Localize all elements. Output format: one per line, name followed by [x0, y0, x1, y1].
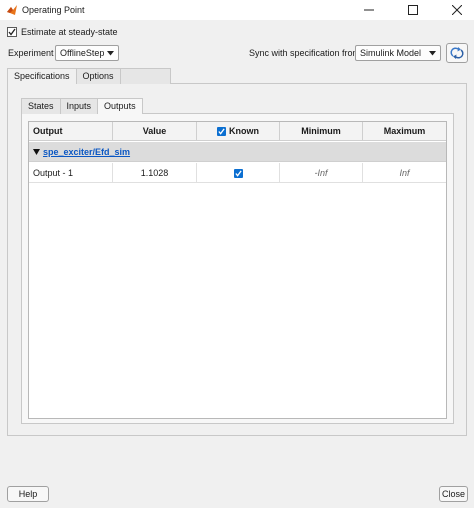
tab-options[interactable]: Options: [76, 68, 121, 84]
column-header-minimum[interactable]: Minimum: [280, 122, 363, 141]
sync-label: Sync with specification from: [249, 48, 361, 58]
close-window-button[interactable]: [442, 0, 472, 20]
minimize-icon: [364, 9, 374, 11]
inner-tab-strip: States Inputs Outputs: [21, 98, 143, 114]
maximize-button[interactable]: [398, 0, 428, 20]
group-link[interactable]: spe_exciter/Efd_sim: [43, 147, 130, 157]
checkmark-icon: [8, 28, 16, 36]
cell-minimum[interactable]: -Inf: [280, 163, 363, 183]
minimize-button[interactable]: [354, 0, 384, 20]
known-checkbox[interactable]: [233, 168, 243, 178]
close-icon: [452, 5, 462, 15]
known-header-label: Known: [229, 126, 259, 136]
matlab-logo-icon: [7, 5, 17, 15]
estimate-checkbox[interactable]: [7, 27, 17, 37]
table-header: Output Value Known Minimum Maximum: [29, 122, 446, 141]
table-row: Output - 1 1.1028 -Inf Inf: [29, 163, 446, 183]
close-button[interactable]: Close: [439, 486, 468, 502]
sync-source-dropdown[interactable]: Simulink Model: [355, 45, 441, 61]
tab-specifications[interactable]: Specifications: [7, 68, 77, 84]
sync-source-value: Simulink Model: [360, 48, 422, 58]
outputs-table: Output Value Known Minimum Maximum spe_e…: [28, 121, 447, 419]
window-title: Operating Point: [22, 5, 85, 15]
experiment-sync-row: Experiment OfflineStep Sync with specifi…: [8, 43, 468, 63]
maximize-icon: [408, 5, 418, 15]
estimate-steady-state-option[interactable]: Estimate at steady-state: [7, 27, 118, 37]
experiment-value: OfflineStep: [60, 48, 105, 58]
chevron-down-icon: [107, 51, 114, 56]
column-header-known[interactable]: Known: [197, 122, 280, 141]
cell-output: Output - 1: [29, 163, 113, 183]
chevron-down-icon: [429, 51, 436, 56]
experiment-label: Experiment: [8, 48, 54, 58]
tab-states[interactable]: States: [21, 98, 61, 114]
outer-tab-strip: Specifications Options: [7, 68, 171, 84]
estimate-label: Estimate at steady-state: [21, 27, 118, 37]
cell-value[interactable]: 1.1028: [113, 163, 197, 183]
experiment-dropdown[interactable]: OfflineStep: [55, 45, 119, 61]
tab-strip-filler: [120, 68, 171, 84]
cell-known: [197, 163, 280, 183]
sync-icon: [450, 47, 464, 59]
column-header-maximum[interactable]: Maximum: [363, 122, 446, 141]
cell-maximum[interactable]: Inf: [363, 163, 446, 183]
column-header-value[interactable]: Value: [113, 122, 197, 141]
group-row[interactable]: spe_exciter/Efd_sim: [29, 142, 446, 162]
title-bar: Operating Point: [0, 0, 474, 20]
sync-button[interactable]: [446, 43, 468, 63]
checkmark-icon: [234, 169, 242, 177]
tab-inputs[interactable]: Inputs: [60, 98, 99, 114]
column-header-output[interactable]: Output: [29, 122, 113, 141]
help-button[interactable]: Help: [7, 486, 49, 502]
checkmark-icon: [218, 128, 225, 135]
tab-outputs[interactable]: Outputs: [98, 98, 143, 114]
known-all-checkbox[interactable]: [217, 127, 226, 136]
triangle-down-icon[interactable]: [33, 148, 40, 155]
